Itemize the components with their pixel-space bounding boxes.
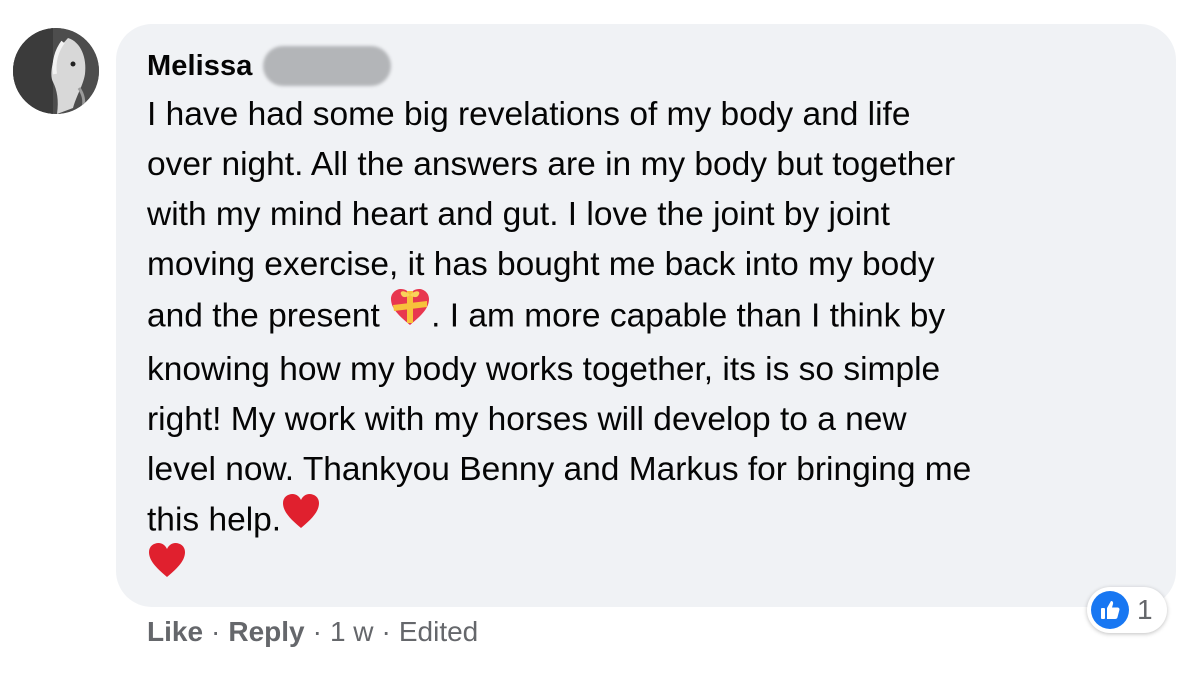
like-icon [1091, 591, 1129, 629]
comment-header: Melissa [147, 46, 391, 86]
avatar[interactable] [13, 28, 99, 114]
separator: · [211, 616, 221, 647]
edited-label[interactable]: Edited [399, 616, 478, 648]
comment-text: I have had some big revelations of my bo… [147, 90, 1157, 548]
reaction-summary[interactable]: 1 [1087, 587, 1167, 633]
gift-heart-icon [389, 287, 431, 342]
timestamp[interactable]: 1 w [330, 616, 374, 648]
redacted-surname [262, 46, 391, 86]
red-heart-icon [147, 541, 187, 584]
like-button[interactable]: Like [147, 616, 203, 648]
comment-line: over night. All the answers are in my bo… [147, 146, 956, 183]
horse-photo-icon [13, 28, 99, 114]
comment-actions: Like · Reply · 1 w · Edited [147, 612, 478, 652]
reply-button[interactable]: Reply [228, 616, 304, 648]
comment-line: knowing how my body works together, its … [147, 351, 941, 388]
reaction-count: 1 [1137, 594, 1153, 625]
comment-line: with my mind heart and gut. I love the j… [147, 196, 890, 233]
comment-line-with-emoji: this help. [147, 492, 1157, 548]
comment-line-part: and the present [147, 297, 380, 335]
comment-line: I have had some big revelations of my bo… [147, 96, 911, 133]
comment-line: right! My work with my horses will devel… [147, 401, 907, 438]
comment-line-part: this help. [147, 501, 282, 539]
red-heart-icon [281, 492, 321, 545]
comment-line: moving exercise, it has bought me back i… [147, 246, 935, 283]
separator: · [381, 616, 391, 647]
comment-line-with-emoji: and the present . I am more capable than… [147, 287, 1157, 345]
comment-line: level now. Thankyou Benny and Markus for… [147, 451, 972, 488]
author-name[interactable]: Melissa [147, 50, 253, 83]
separator: · [312, 616, 322, 647]
comment-line-part: . I am more capable than I think by [431, 297, 946, 335]
